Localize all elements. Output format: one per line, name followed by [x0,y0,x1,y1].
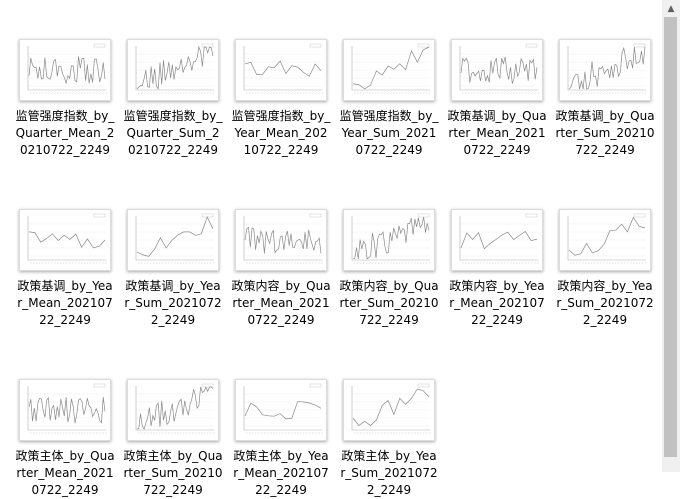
thumbnail-chart-preview [567,43,647,95]
thumbnail-chart-preview [27,43,107,95]
image-thumbnail-frame [451,39,543,101]
thumbnail-chart-preview [135,43,215,95]
file-thumbnail[interactable] [18,38,112,102]
image-thumbnail-frame [559,209,651,271]
file-thumbnail[interactable] [342,208,436,272]
file-item[interactable]: 政策基调_by_Quarter_Sum_20210722_2249 [551,4,659,159]
file-name-label: 监管强度指数_by_Year_Sum_20210722_2249 [339,109,439,157]
image-thumbnail-frame [19,379,111,441]
image-thumbnail-frame [127,209,219,271]
thumbnail-chart-preview [459,43,539,95]
file-name-label: 政策主体_by_Quarter_Mean_20210722_2249 [15,449,115,497]
file-name-label: 政策内容_by_Year_Mean_20210722_2249 [449,279,545,327]
image-thumbnail-frame [127,379,219,441]
image-thumbnail-frame [559,39,651,101]
thumbnail-chart-preview [27,213,107,265]
thumbnail-chart-preview [567,213,647,265]
image-thumbnail-frame [235,209,327,271]
file-thumbnail[interactable] [558,38,652,102]
image-thumbnail-frame [343,379,435,441]
image-thumbnail-frame [343,209,435,271]
image-thumbnail-frame [235,379,327,441]
file-thumbnail[interactable] [18,208,112,272]
thumbnail-chart-preview [351,43,431,95]
thumbnail-chart-preview [243,43,323,95]
file-item[interactable]: 政策主体_by_Year_Mean_20210722_2249 [227,344,335,499]
file-item[interactable]: 监管强度指数_by_Year_Mean_20210722_2249 [227,4,335,159]
file-name-label: 监管强度指数_by_Quarter_Mean_20210722_2249 [15,109,115,157]
file-thumbnail[interactable] [342,378,436,442]
file-item[interactable]: 政策基调_by_Year_Mean_20210722_2249 [11,174,119,329]
image-thumbnail-frame [127,39,219,101]
file-name-label: 政策内容_by_Quarter_Sum_20210722_2249 [339,279,439,327]
file-name-label: 政策主体_by_Year_Mean_20210722_2249 [233,449,329,497]
file-thumbnail[interactable] [18,378,112,442]
file-thumbnail[interactable] [126,38,220,102]
file-item[interactable]: 政策基调_by_Quarter_Mean_20210722_2249 [443,4,551,159]
file-name-label: 政策基调_by_Quarter_Mean_20210722_2249 [447,109,547,157]
file-thumbnail[interactable] [342,38,436,102]
file-name-label: 政策基调_by_Quarter_Sum_20210722_2249 [555,109,655,157]
file-name-label: 政策内容_by_Quarter_Mean_20210722_2249 [231,279,331,327]
chevron-up-icon[interactable]: ▲ [662,0,680,17]
file-item[interactable]: 政策主体_by_Quarter_Sum_20210722_2249 [119,344,227,499]
image-thumbnail-frame [343,39,435,101]
file-name-label: 政策内容_by_Year_Sum_20210722_2249 [556,279,654,327]
thumbnail-chart-preview [459,213,539,265]
file-thumbnail[interactable] [558,208,652,272]
file-name-label: 政策主体_by_Quarter_Sum_20210722_2249 [123,449,223,497]
file-item[interactable]: 政策内容_by_Quarter_Sum_20210722_2249 [335,174,443,329]
file-item[interactable]: 政策主体_by_Year_Sum_20210722_2249 [335,344,443,499]
file-item[interactable]: 政策基调_by_Year_Sum_20210722_2249 [119,174,227,329]
file-thumbnail[interactable] [234,38,328,102]
file-name-label: 监管强度指数_by_Year_Mean_20210722_2249 [231,109,331,157]
image-thumbnail-frame [19,39,111,101]
file-name-label: 政策主体_by_Year_Sum_20210722_2249 [340,449,438,497]
thumbnail-chart-preview [135,213,215,265]
thumbnail-chart-preview [27,383,107,435]
file-item[interactable]: 监管强度指数_by_Quarter_Mean_20210722_2249 [11,4,119,159]
thumbnail-chart-preview [243,383,323,435]
file-grid: 监管强度指数_by_Quarter_Mean_20210722_2249 监管强度… [0,0,662,497]
file-thumbnail[interactable] [126,378,220,442]
image-thumbnail-frame [235,39,327,101]
image-thumbnail-frame [451,209,543,271]
file-thumbnail[interactable] [234,378,328,442]
file-name-label: 政策基调_by_Year_Sum_20210722_2249 [124,279,222,327]
file-item[interactable]: 政策内容_by_Year_Sum_20210722_2249 [551,174,659,329]
thumbnail-chart-preview [243,213,323,265]
file-item[interactable]: 政策内容_by_Year_Mean_20210722_2249 [443,174,551,329]
file-item[interactable]: 监管强度指数_by_Quarter_Sum_20210722_2249 [119,4,227,159]
file-item[interactable]: 政策内容_by_Quarter_Mean_20210722_2249 [227,174,335,329]
file-thumbnail[interactable] [450,38,544,102]
scrollbar-thumb[interactable] [664,17,677,457]
thumbnail-chart-preview [351,213,431,265]
file-thumbnail[interactable] [234,208,328,272]
file-item[interactable]: 监管强度指数_by_Year_Sum_20210722_2249 [335,4,443,159]
file-name-label: 政策基调_by_Year_Mean_20210722_2249 [17,279,113,327]
file-thumbnail[interactable] [126,208,220,272]
file-name-label: 监管强度指数_by_Quarter_Sum_20210722_2249 [123,109,223,157]
vertical-scrollbar[interactable]: ▲ [662,0,680,472]
image-thumbnail-frame [19,209,111,271]
thumbnail-chart-preview [351,383,431,435]
thumbnail-chart-preview [135,383,215,435]
file-item[interactable]: 政策主体_by_Quarter_Mean_20210722_2249 [11,344,119,499]
file-thumbnail[interactable] [450,208,544,272]
